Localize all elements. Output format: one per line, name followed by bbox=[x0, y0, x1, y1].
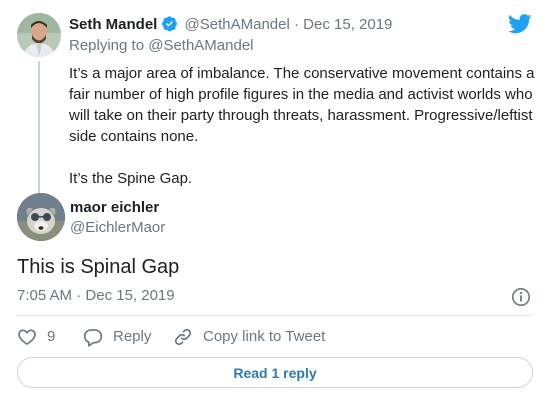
author-handle[interactable]: @EichlerMaor bbox=[70, 218, 165, 238]
reply-icon bbox=[83, 329, 103, 347]
like-count: 9 bbox=[47, 328, 56, 345]
thread-connector-line bbox=[38, 61, 40, 197]
verified-badge-icon bbox=[161, 15, 178, 38]
info-icon[interactable] bbox=[511, 287, 531, 307]
tweet-date: Dec 15, 2019 bbox=[85, 287, 175, 304]
tweet-text: This is Spinal Gap bbox=[17, 256, 180, 278]
header-separator: · bbox=[294, 16, 299, 33]
action-divider bbox=[17, 315, 533, 316]
replying-to-handle[interactable]: @SethAMandel bbox=[148, 37, 253, 54]
parent-author-handle[interactable]: @SethAMandel bbox=[185, 16, 290, 33]
reply-label: Reply bbox=[113, 328, 152, 345]
parent-author-avatar[interactable] bbox=[17, 13, 61, 57]
reply-button[interactable]: Reply bbox=[83, 326, 151, 348]
copy-link-icon bbox=[174, 328, 192, 346]
replying-to-prefix: Replying to bbox=[69, 37, 145, 54]
copy-link-button[interactable]: Copy link to Tweet bbox=[173, 326, 325, 348]
parent-author-name[interactable]: Seth Mandel bbox=[69, 16, 157, 33]
read-replies-button[interactable]: Read 1 reply bbox=[17, 357, 533, 388]
tweet-timestamp[interactable]: 7:05 AM · Dec 15, 2019 bbox=[17, 286, 175, 306]
author-name[interactable]: maor eichler bbox=[70, 198, 159, 218]
parent-tweet-paragraph: It’s a major area of imbalance. The cons… bbox=[69, 65, 535, 145]
parent-tweet-paragraph: It’s the Spine Gap. bbox=[69, 170, 193, 187]
tweet-time: 7:05 AM bbox=[17, 287, 73, 304]
heart-icon bbox=[18, 329, 36, 346]
parent-tweet-header: Seth Mandel @SethAMandel · Dec 15, 2019 bbox=[69, 15, 392, 38]
author-avatar[interactable] bbox=[17, 193, 65, 241]
copy-link-label: Copy link to Tweet bbox=[203, 328, 326, 345]
twitter-bird-icon[interactable] bbox=[508, 14, 532, 34]
timestamp-separator: · bbox=[76, 287, 82, 304]
like-button[interactable]: 9 bbox=[17, 326, 55, 348]
replying-to-line: Replying to @SethAMandel bbox=[69, 36, 254, 56]
parent-tweet-text: It’s a major area of imbalance. The cons… bbox=[69, 63, 539, 189]
tweet-embed-card: Seth Mandel @SethAMandel · Dec 15, 2019 … bbox=[0, 0, 550, 406]
parent-tweet-date[interactable]: Dec 15, 2019 bbox=[303, 16, 392, 33]
